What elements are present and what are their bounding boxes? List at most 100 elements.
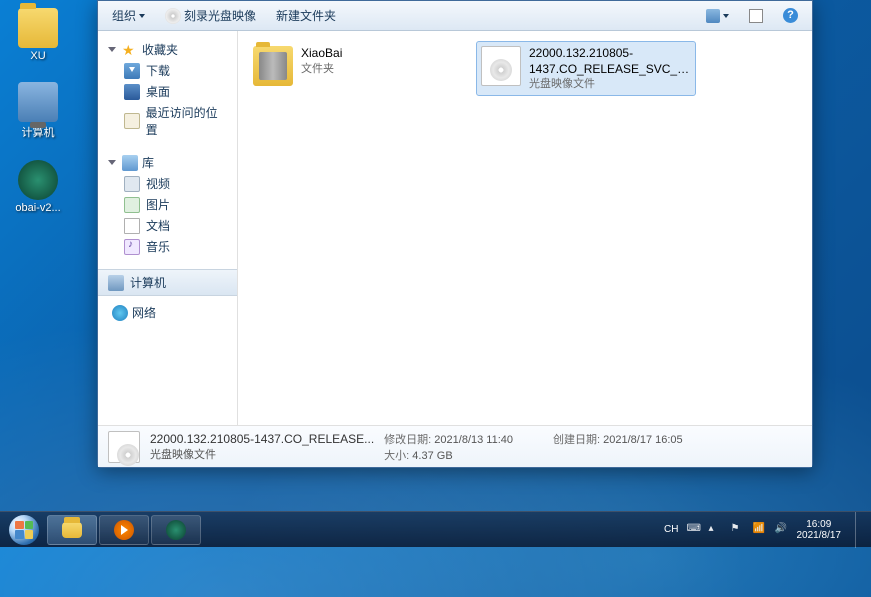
nav-label: 库	[142, 154, 154, 171]
windows-logo-icon	[9, 515, 39, 545]
nav-label: 网络	[132, 304, 156, 321]
folder-icon	[253, 46, 293, 86]
nav-label: 文档	[146, 217, 170, 234]
music-icon	[124, 239, 140, 255]
nav-downloads[interactable]: 下载	[102, 60, 233, 81]
nav-label: 视频	[146, 175, 170, 192]
desktop-icon-label: XU	[8, 50, 68, 62]
taskbar-item-media[interactable]	[99, 515, 149, 545]
navigation-pane: ★ 收藏夹 下载 桌面 最近访问的位置	[98, 31, 238, 425]
document-icon	[124, 218, 140, 234]
recent-icon	[124, 113, 140, 129]
details-modified-label: 修改日期:	[384, 434, 431, 446]
details-pane: 22000.132.210805-1437.CO_RELEASE... 光盘映像…	[98, 425, 812, 467]
organize-label: 组织	[112, 7, 136, 24]
preview-icon	[749, 9, 763, 23]
desktop-icon-computer[interactable]: 计算机	[8, 82, 68, 140]
network-icon[interactable]: 📶	[753, 523, 767, 537]
nav-label: 桌面	[146, 83, 170, 100]
toolbar: 组织 刻录光盘映像 新建文件夹 ?	[98, 1, 812, 31]
network-icon	[112, 305, 128, 321]
taskbar-item-app[interactable]	[151, 515, 201, 545]
video-icon	[124, 176, 140, 192]
nav-network[interactable]: 网络	[102, 302, 233, 323]
system-tray: CH ⌨ ▴ ⚑ 📶 🔊 16:09 2021/8/17	[664, 512, 869, 548]
chevron-down-icon	[108, 47, 116, 52]
nav-label: 收藏夹	[142, 41, 178, 58]
file-item-iso[interactable]: 22000.132.210805-1437.CO_RELEASE_SVC_PRO…	[476, 41, 696, 96]
desktop-icon-app[interactable]: obai-v2...	[8, 160, 68, 214]
burn-disc-button[interactable]: 刻录光盘映像	[157, 3, 264, 28]
help-button[interactable]: ?	[775, 4, 806, 27]
clock-date: 2021/8/17	[797, 530, 842, 541]
nav-label: 图片	[146, 196, 170, 213]
file-item-folder[interactable]: XiaoBai 文件夹	[248, 41, 468, 91]
nav-favorites[interactable]: ★ 收藏夹	[102, 39, 233, 60]
desktop-icons: XU 计算机 obai-v2...	[8, 8, 68, 234]
chevron-up-icon[interactable]: ▴	[709, 523, 723, 537]
picture-icon	[124, 197, 140, 213]
file-type: 文件夹	[301, 62, 342, 76]
chevron-down-icon	[108, 160, 116, 165]
nav-computer[interactable]: 计算机	[98, 269, 237, 296]
computer-icon	[108, 275, 124, 291]
nav-label: 下载	[146, 62, 170, 79]
preview-pane-button[interactable]	[741, 5, 771, 27]
burn-label: 刻录光盘映像	[184, 7, 256, 24]
nav-libraries[interactable]: 库	[102, 152, 233, 173]
view-options-button[interactable]	[698, 5, 737, 27]
desktop-icon	[124, 84, 140, 100]
ime-indicator[interactable]: CH	[664, 524, 678, 535]
new-folder-label: 新建文件夹	[276, 7, 336, 24]
show-desktop-button[interactable]	[855, 512, 865, 548]
start-button[interactable]	[2, 512, 46, 548]
computer-icon	[18, 82, 58, 122]
nav-recent[interactable]: 最近访问的位置	[102, 102, 233, 140]
new-folder-button[interactable]: 新建文件夹	[268, 3, 344, 28]
library-icon	[122, 155, 138, 171]
details-modified-value: 2021/8/13 11:40	[434, 434, 513, 446]
details-filename: 22000.132.210805-1437.CO_RELEASE...	[150, 432, 374, 446]
help-icon: ?	[783, 8, 798, 23]
file-list: XiaoBai 文件夹 22000.132.210805-1437.CO_REL…	[238, 31, 812, 425]
chevron-down-icon	[723, 14, 729, 18]
volume-icon[interactable]: 🔊	[775, 523, 789, 537]
folder-icon	[18, 8, 58, 48]
keyboard-icon[interactable]: ⌨	[687, 523, 701, 537]
file-type: 光盘映像文件	[529, 77, 691, 91]
app-icon	[166, 520, 186, 540]
nav-music[interactable]: 音乐	[102, 236, 233, 257]
file-name: 22000.132.210805-1437.CO_RELEASE_SVC_PRO…	[529, 46, 691, 77]
nav-documents[interactable]: 文档	[102, 215, 233, 236]
taskbar: CH ⌨ ▴ ⚑ 📶 🔊 16:09 2021/8/17	[0, 511, 871, 547]
organize-button[interactable]: 组织	[104, 3, 153, 28]
disc-image-icon	[481, 46, 521, 86]
details-created-value: 2021/8/17 16:05	[603, 434, 683, 446]
clock[interactable]: 16:09 2021/8/17	[797, 519, 842, 541]
flag-icon[interactable]: ⚑	[731, 523, 745, 537]
disc-image-icon	[108, 431, 140, 463]
details-size-value: 4.37 GB	[412, 450, 452, 462]
taskbar-item-explorer[interactable]	[47, 515, 97, 545]
nav-desktop[interactable]: 桌面	[102, 81, 233, 102]
nav-pictures[interactable]: 图片	[102, 194, 233, 215]
media-player-icon	[114, 520, 134, 540]
nav-videos[interactable]: 视频	[102, 173, 233, 194]
details-created-label: 创建日期:	[553, 434, 600, 446]
desktop-icon-label: obai-v2...	[8, 202, 68, 214]
details-filetype: 光盘映像文件	[150, 446, 374, 462]
explorer-window: 组织 刻录光盘映像 新建文件夹 ? ★ 收藏夹	[97, 0, 813, 468]
desktop-icon-xu[interactable]: XU	[8, 8, 68, 62]
details-size-label: 大小:	[384, 450, 409, 462]
disc-icon	[165, 8, 181, 24]
app-icon	[18, 160, 58, 200]
chevron-down-icon	[139, 14, 145, 18]
download-icon	[124, 63, 140, 79]
file-name: XiaoBai	[301, 46, 342, 62]
nav-label: 最近访问的位置	[146, 104, 227, 138]
nav-label: 音乐	[146, 238, 170, 255]
nav-label: 计算机	[130, 274, 166, 291]
clock-time: 16:09	[797, 519, 842, 530]
star-icon: ★	[122, 42, 138, 58]
view-icon	[706, 9, 720, 23]
